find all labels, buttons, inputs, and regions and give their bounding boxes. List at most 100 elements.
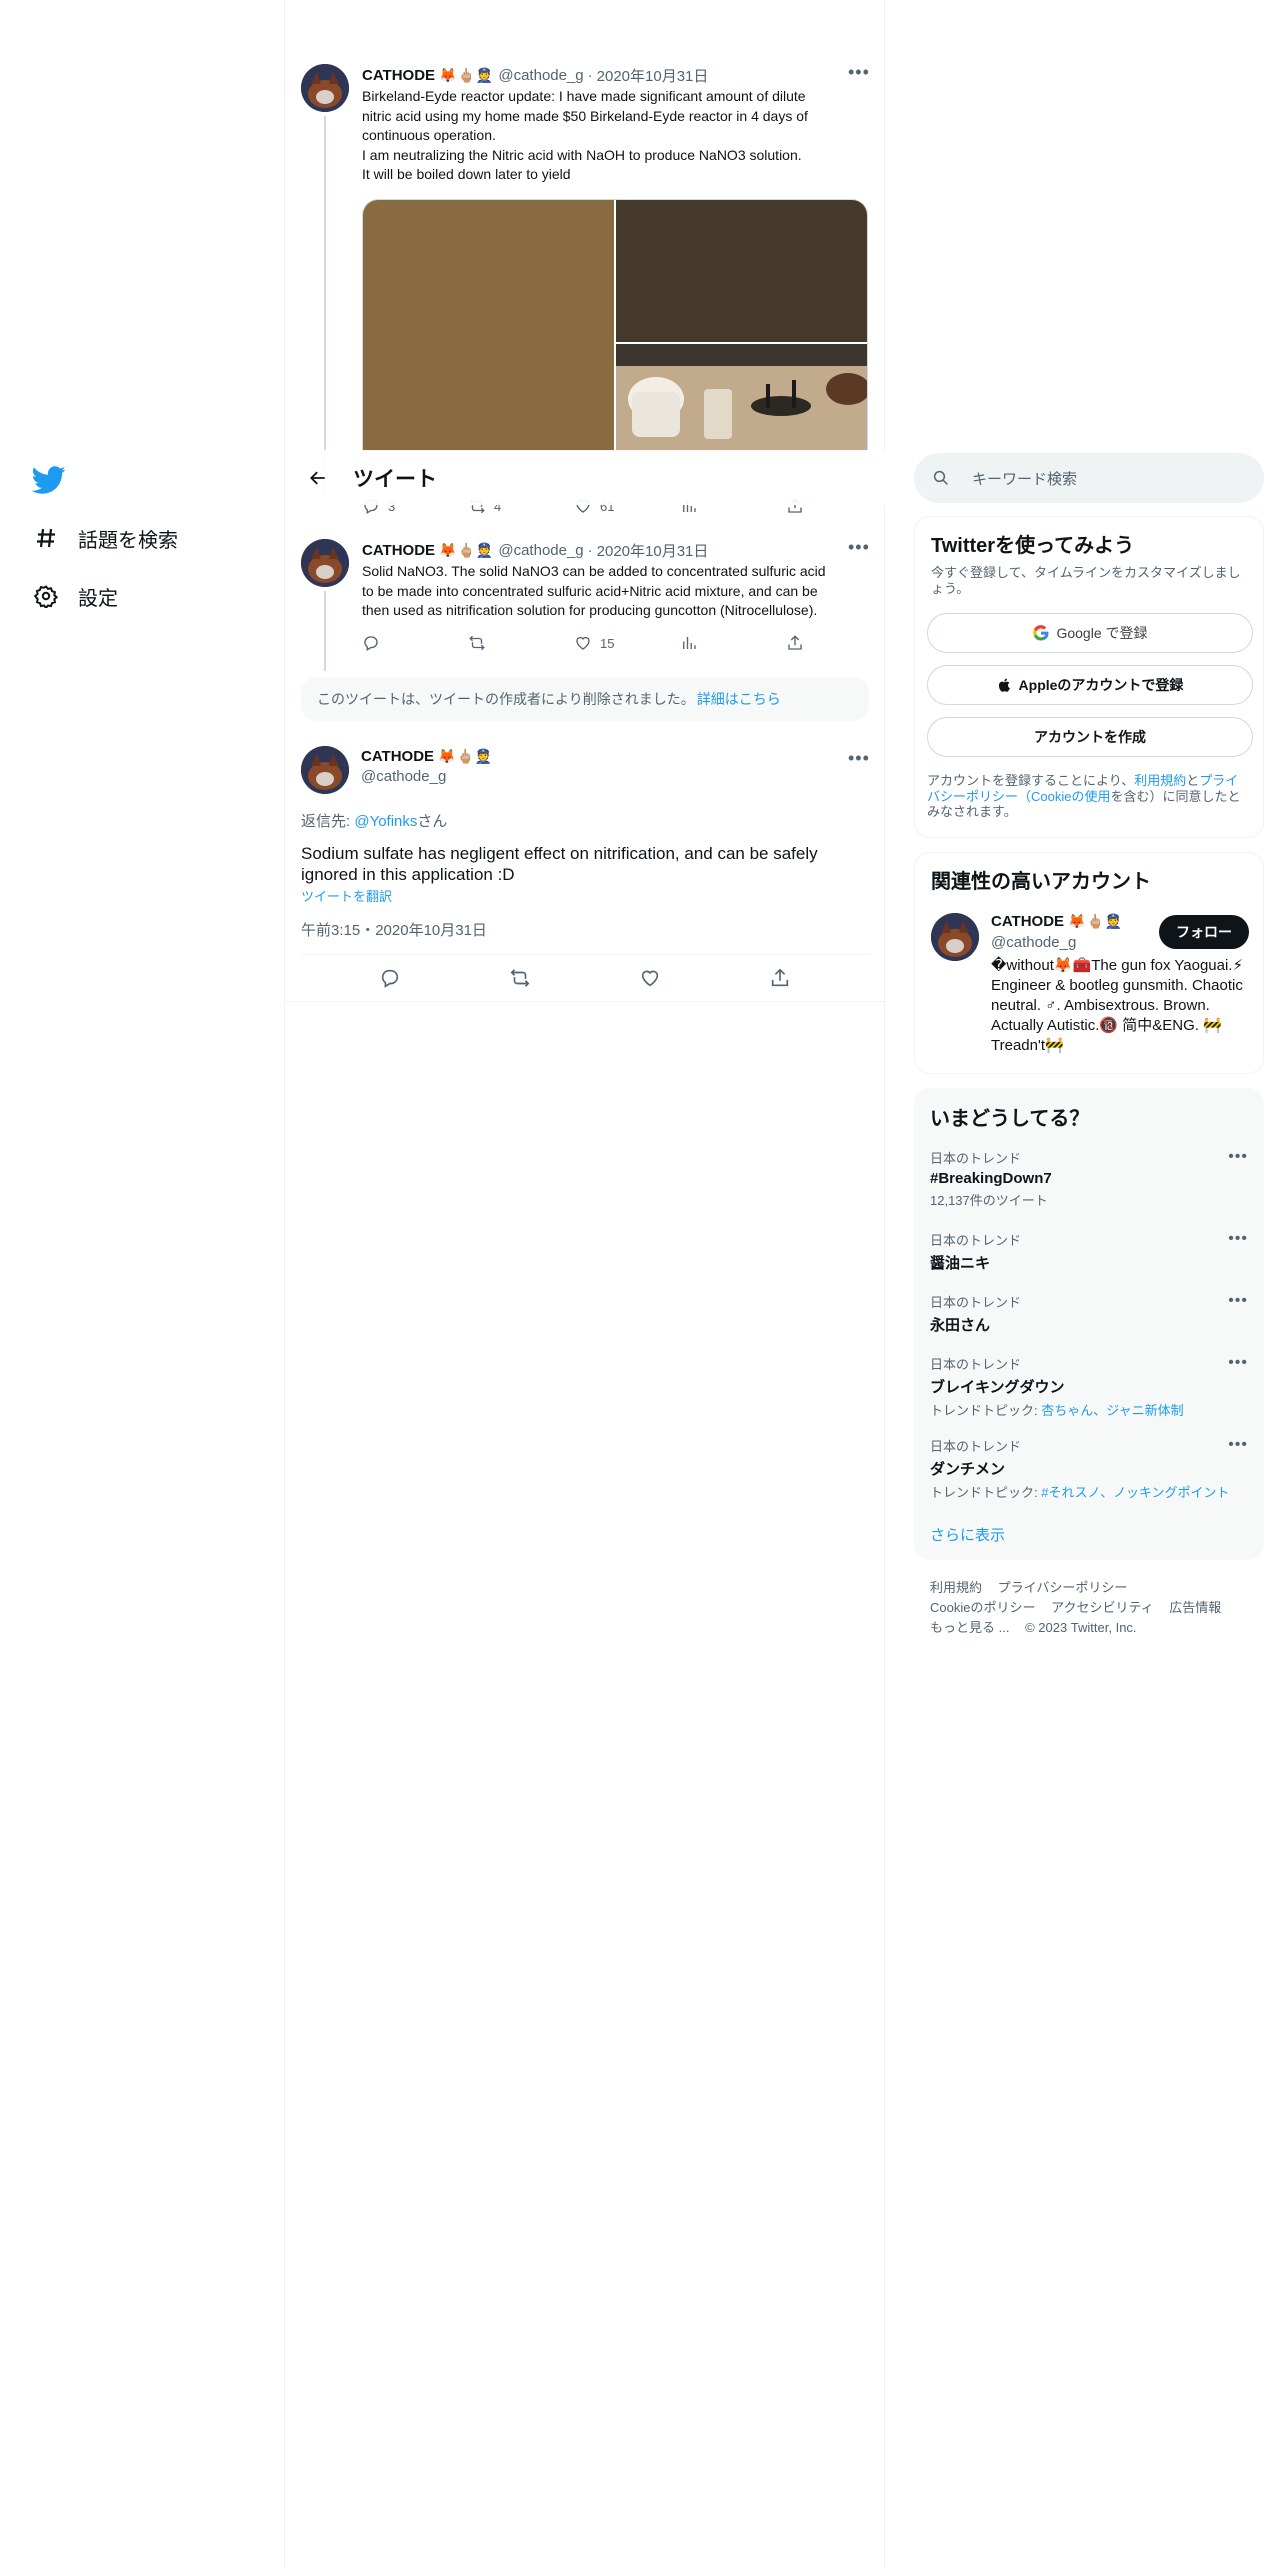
apple-signup-label: Appleのアカウントで登録: [1018, 677, 1184, 693]
trend-item[interactable]: 日本のトレンド ブレイキングダウン トレンドトピック: 杏ちゃん、ジャニ新体制 …: [930, 1354, 1248, 1419]
signup-title: Twitterを使ってみよう: [931, 535, 1135, 557]
apple-signup-button[interactable]: Appleのアカウントで登録: [927, 665, 1253, 705]
trend-item[interactable]: 日本のトレンド #BreakingDown7 12,137件のツイート •••: [930, 1148, 1248, 1209]
bio-line: neutral. ♂. Ambisextrous. Brown.: [991, 997, 1210, 1014]
trend-context: 日本のトレンド: [930, 1357, 1022, 1372]
retweet-icon: [469, 635, 485, 651]
nav-settings[interactable]: 設定: [32, 576, 118, 616]
deleted-notice-text: このツイートは、ツイートの作成者により削除されました。: [317, 691, 695, 707]
retweet-icon[interactable]: [509, 967, 531, 989]
account-bio: �without🦊🧰The gun fox Yaoguai.⚡ Engineer…: [991, 956, 1244, 1056]
trend-topic-links[interactable]: #それスノ、ノッキングポイント: [1041, 1485, 1229, 1500]
deleted-tweet-notice: このツイートは、ツイートの作成者により削除されました。 詳細はこちら: [301, 677, 869, 721]
footer-ads-link[interactable]: 広告情報: [1169, 1600, 1221, 1615]
show-more-link[interactable]: さらに表示: [930, 1524, 1005, 1545]
signup-legal: アカウントを登録することにより、利用規約とプライバシーポリシー（Cookieの使…: [927, 773, 1245, 820]
user-handle[interactable]: @cathode_g: [498, 67, 583, 84]
follow-button[interactable]: フォロー: [1159, 915, 1249, 949]
trend-item[interactable]: 日本のトレンド ダンチメン トレンドトピック: #それスノ、ノッキングポイント …: [930, 1436, 1248, 1501]
tweet-text: Solid NaNO3. The solid NaNO3 can be adde…: [362, 562, 826, 621]
avatar[interactable]: [301, 64, 349, 112]
more-options-icon[interactable]: •••: [1228, 1230, 1248, 1248]
tweet-date[interactable]: 2020年10月31日: [597, 65, 709, 86]
back-arrow-icon[interactable]: [301, 461, 335, 495]
avatar[interactable]: [931, 913, 979, 961]
reply-icon[interactable]: [379, 967, 401, 989]
trend-item[interactable]: 日本のトレンド 醤油ニキ •••: [930, 1230, 1248, 1273]
trends-title: いまどうしてる？: [930, 1108, 1090, 1130]
create-account-button[interactable]: アカウントを作成: [927, 717, 1253, 757]
footer-terms-link[interactable]: 利用規約: [930, 1580, 982, 1595]
more-options-icon[interactable]: •••: [848, 748, 870, 769]
tweet-text-line: nitric acid using my home made $50 Birke…: [362, 107, 808, 124]
footer-cookie-link[interactable]: Cookieのポリシー: [930, 1600, 1035, 1615]
terms-link[interactable]: 利用規約: [1134, 773, 1186, 788]
more-options-icon[interactable]: •••: [1228, 1292, 1248, 1310]
thread-line: [324, 591, 326, 671]
retweet-button[interactable]: [468, 634, 574, 652]
twitter-logo-icon[interactable]: [31, 463, 66, 497]
tweet-text-line: Birkeland-Eyde reactor update: I have ma…: [362, 88, 806, 104]
tweet-text: Birkeland-Eyde reactor update: I have ma…: [362, 87, 808, 185]
share-icon[interactable]: [769, 967, 791, 989]
footer-accessibility-link[interactable]: アクセシビリティ: [1051, 1600, 1154, 1615]
divider: [285, 1001, 885, 1002]
trend-topics-prefix: トレンドトピック:: [930, 1485, 1042, 1500]
search-input[interactable]: キーワード検索: [914, 453, 1264, 503]
trend-item[interactable]: 日本のトレンド 永田さん •••: [930, 1292, 1248, 1335]
tweet-text-line: Solid NaNO3. The solid NaNO3 can be adde…: [362, 563, 826, 579]
media-photo[interactable]: [363, 200, 614, 451]
translate-tweet-link[interactable]: ツイートを翻訳: [301, 886, 392, 905]
reply-prefix: 返信先:: [301, 813, 355, 830]
legal-text: （: [1018, 788, 1032, 804]
search-placeholder: キーワード検索: [972, 470, 1078, 488]
author-block[interactable]: CATHODE 🦊🖕🏼👮 @cathode_g: [361, 748, 493, 785]
display-name[interactable]: CATHODE: [362, 542, 435, 559]
reply-icon: [364, 636, 378, 651]
mention-link[interactable]: @Yofinks: [354, 813, 417, 830]
cookie-link[interactable]: Cookieの使用: [1031, 789, 1110, 804]
user-handle[interactable]: @cathode_g: [498, 542, 583, 559]
share-button[interactable]: [786, 634, 892, 652]
avatar[interactable]: [301, 746, 349, 794]
views-button[interactable]: [680, 634, 786, 652]
trend-topics-prefix: トレンドトピック:: [930, 1403, 1042, 1418]
more-options-icon[interactable]: •••: [848, 62, 870, 83]
display-name[interactable]: CATHODE: [361, 748, 434, 765]
tweet-timestamp[interactable]: 午前3:15・2020年10月31日: [301, 919, 487, 940]
tweet-header: CATHODE 🦊🖕🏼👮 @cathode_g · 2020年10月31日: [362, 65, 708, 86]
account-handle[interactable]: @cathode_g: [991, 934, 1076, 951]
reply-button[interactable]: [362, 634, 468, 652]
gear-icon: [32, 582, 60, 610]
media-photo[interactable]: [616, 200, 867, 342]
like-button[interactable]: 15: [574, 634, 680, 652]
avatar[interactable]: [301, 539, 349, 587]
more-options-icon[interactable]: •••: [1228, 1148, 1248, 1166]
bio-line: �without🦊🧰The gun fox Yaoguai.⚡: [991, 957, 1244, 974]
account-name[interactable]: CATHODE 🦊🖕🏼👮: [991, 913, 1123, 930]
display-name[interactable]: CATHODE: [362, 67, 435, 84]
trend-name: 永田さん: [930, 1317, 991, 1334]
page-header: ツイート: [285, 450, 885, 505]
more-options-icon[interactable]: •••: [1228, 1436, 1248, 1454]
footer-privacy-link[interactable]: プライバシーポリシー: [998, 1580, 1128, 1595]
tweet-media-grid[interactable]: [362, 199, 868, 451]
related-title: 関連性の高いアカウント: [931, 871, 1151, 893]
trend-name: ブレイキングダウン: [930, 1379, 1065, 1396]
nav-explore[interactable]: 話題を検索: [32, 518, 178, 558]
footer-more-link[interactable]: もっと見る ...: [930, 1620, 1009, 1635]
tweet-date[interactable]: 2020年10月31日: [597, 540, 709, 561]
trend-topic-links[interactable]: 杏ちゃん、ジャニ新体制: [1041, 1403, 1183, 1418]
trend-context: 日本のトレンド: [930, 1439, 1022, 1454]
search-icon: [933, 470, 948, 485]
media-photo[interactable]: [616, 344, 867, 451]
hashtag-icon: [32, 524, 60, 552]
user-handle[interactable]: @cathode_g: [361, 768, 493, 785]
heart-icon[interactable]: [639, 967, 661, 989]
google-signup-button[interactable]: Google で登録: [927, 613, 1253, 653]
more-options-icon[interactable]: •••: [1228, 1354, 1248, 1372]
learn-more-link[interactable]: 詳細はこちら: [697, 689, 781, 709]
trends-card: いまどうしてる？ 日本のトレンド #BreakingDown7 12,137件の…: [914, 1088, 1264, 1560]
name-emojis: 🦊🖕🏼👮: [1068, 913, 1124, 929]
more-options-icon[interactable]: •••: [848, 537, 870, 558]
